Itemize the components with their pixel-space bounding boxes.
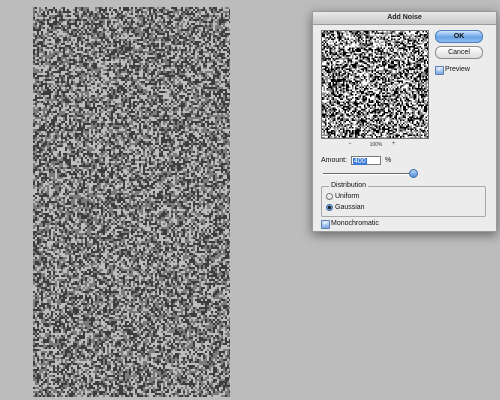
cancel-button[interactable]: Cancel	[435, 46, 483, 59]
ok-button[interactable]: OK	[435, 30, 483, 43]
preview-label: Preview	[445, 66, 470, 73]
distribution-label: Distribution	[329, 182, 369, 189]
dialog-title: Add Noise	[313, 12, 496, 25]
preview-checkbox[interactable]: ✓	[435, 66, 444, 75]
zoom-level: 100%	[369, 142, 383, 148]
zoom-in-button[interactable]: +	[392, 141, 396, 147]
uniform-radio[interactable]	[326, 193, 333, 200]
monochromatic-checkbox[interactable]: ✓	[321, 220, 330, 229]
add-noise-dialog: Add Noise − 100% + OK Cancel ✓ Preview A…	[312, 11, 497, 232]
document-canvas	[33, 7, 230, 397]
amount-label: Amount:	[321, 157, 348, 164]
preview-pane[interactable]	[321, 30, 429, 139]
gaussian-label: Gaussian	[335, 204, 365, 211]
amount-unit: %	[385, 157, 392, 164]
noise-image	[33, 7, 230, 397]
preview-noise-image	[322, 31, 428, 138]
amount-input[interactable]: 400	[351, 156, 381, 165]
monochromatic-label: Monochromatic	[331, 220, 379, 227]
amount-slider[interactable]	[323, 173, 413, 175]
gaussian-radio[interactable]	[326, 204, 333, 211]
zoom-out-button[interactable]: −	[348, 141, 352, 147]
zoom-controls: − 100% +	[321, 140, 429, 150]
amount-slider-thumb[interactable]	[409, 169, 418, 178]
uniform-label: Uniform	[335, 193, 360, 200]
distribution-group	[321, 186, 486, 217]
amount-value: 400	[353, 158, 367, 165]
